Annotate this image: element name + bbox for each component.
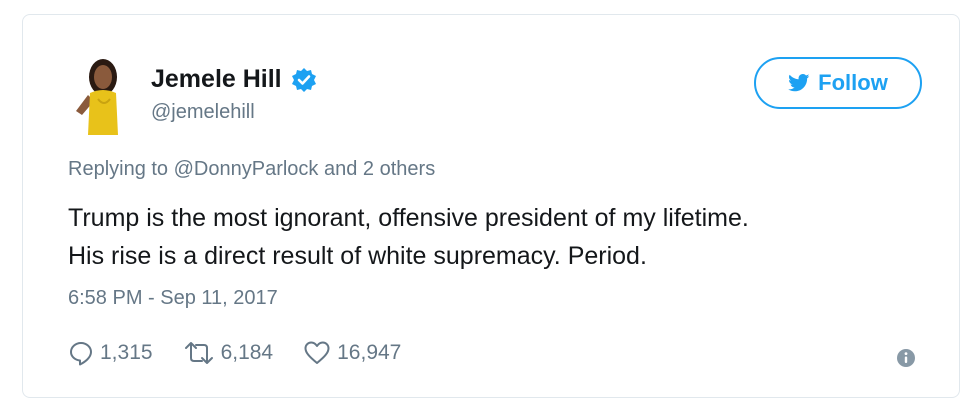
reply-context-prefix: Replying to xyxy=(68,158,169,180)
tweet-timestamp[interactable]: 6:58 PM - Sep 11, 2017 xyxy=(68,287,278,310)
display-name-text[interactable]: Jemele Hill xyxy=(151,65,282,94)
verified-badge-icon xyxy=(291,67,316,92)
follow-button-label: Follow xyxy=(818,70,888,95)
follow-button[interactable]: Follow xyxy=(754,57,922,109)
reply-count: 1,315 xyxy=(100,341,153,364)
retweet-count: 6,184 xyxy=(220,341,274,364)
info-icon[interactable] xyxy=(896,348,916,368)
tweet-text-line: Trump is the most ignorant, offensive pr… xyxy=(68,204,749,232)
tweet-card: Jemele Hill @jemelehill Follow Replying … xyxy=(22,14,960,398)
retweet-button[interactable]: 6,184 xyxy=(183,340,274,366)
like-button[interactable]: 16,947 xyxy=(303,340,401,366)
tweet-text: Trump is the most ignorant, offensive pr… xyxy=(68,199,928,275)
twitter-bird-icon xyxy=(788,74,810,92)
heart-icon xyxy=(304,341,330,364)
avatar[interactable] xyxy=(68,55,132,139)
like-count: 16,947 xyxy=(337,341,402,364)
display-name[interactable]: Jemele Hill xyxy=(151,65,317,94)
retweet-icon xyxy=(184,342,213,364)
reply-context-suffix[interactable]: and 2 others xyxy=(324,158,435,180)
reply-icon xyxy=(70,342,92,366)
reply-mention-link[interactable]: @DonnyParlock xyxy=(174,158,319,180)
tweet-text-line: His rise is a direct result of white sup… xyxy=(68,242,647,270)
user-handle[interactable]: @jemelehill xyxy=(151,101,255,124)
tweet-actions: 1,315 6,184 16,947 xyxy=(68,340,431,366)
reply-button[interactable]: 1,315 xyxy=(68,340,153,366)
reply-context: Replying to @DonnyParlock and 2 others xyxy=(68,158,435,181)
